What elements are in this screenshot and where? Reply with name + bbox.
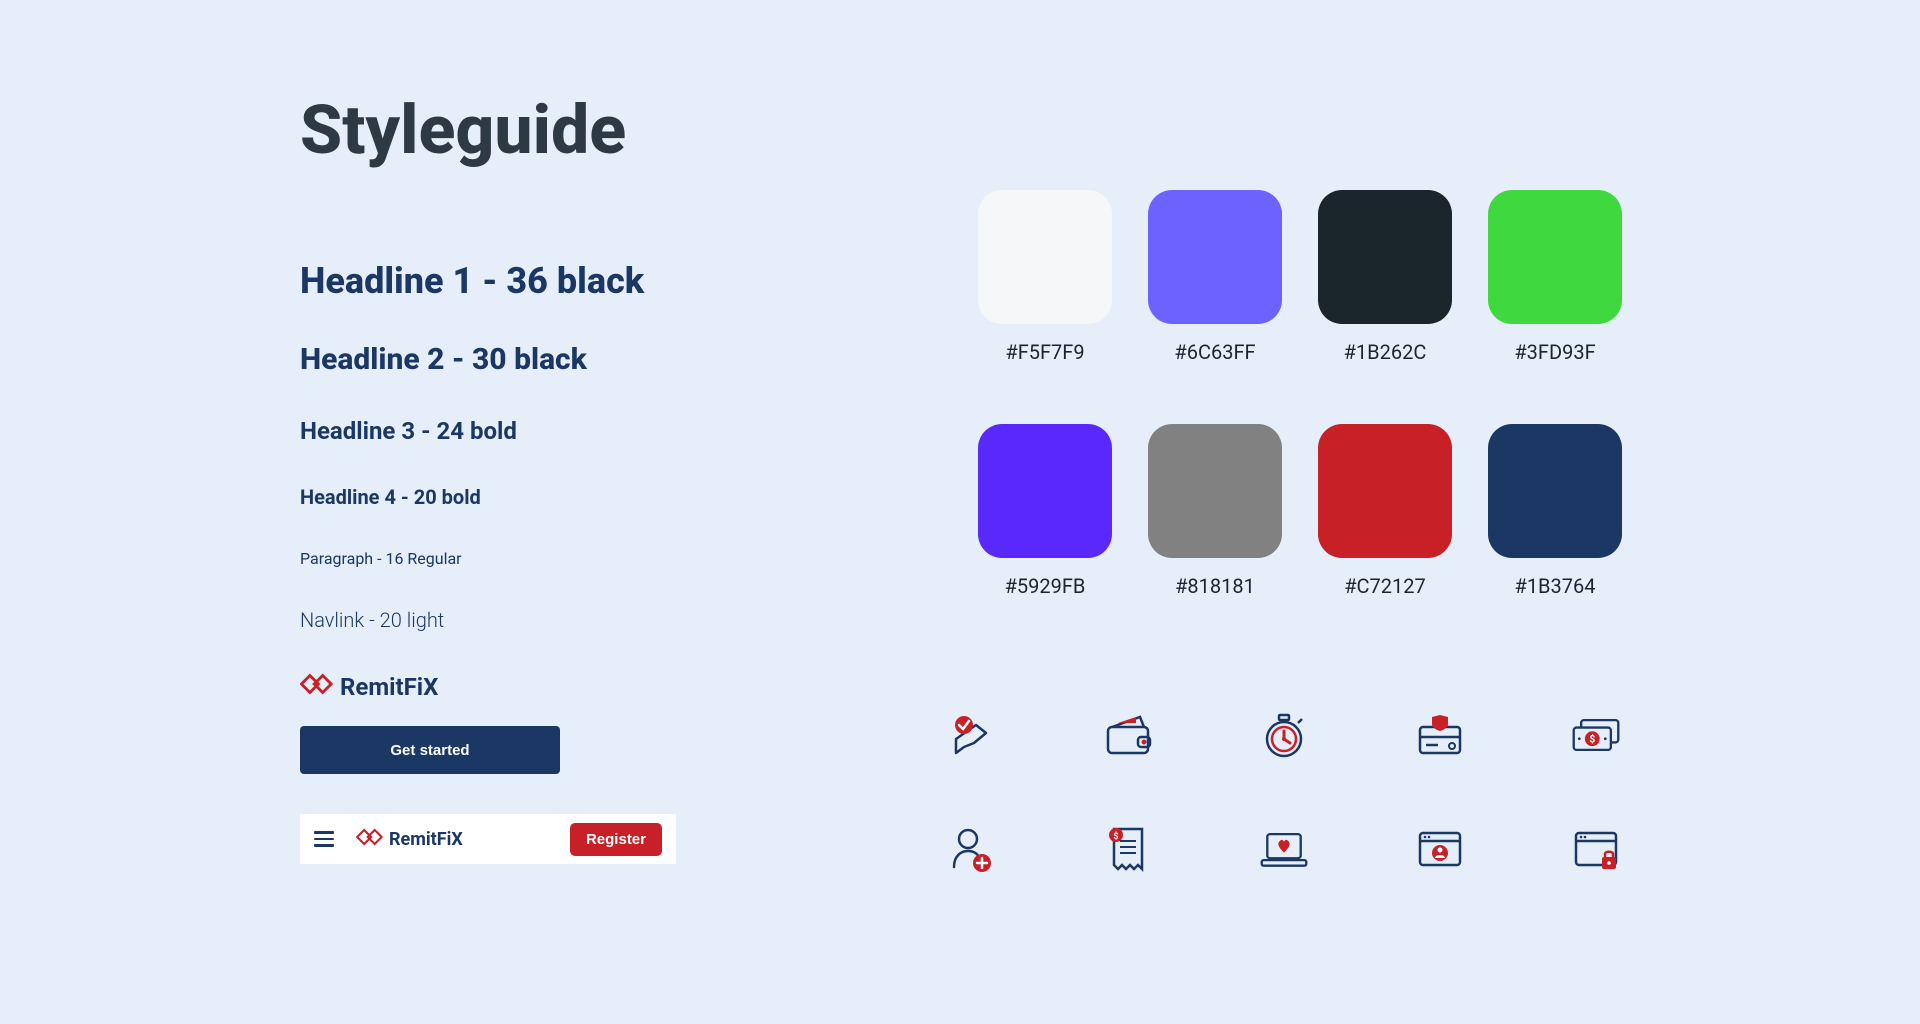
color-palette: #F5F7F9 #6C63FF #1B262C #3FD93F #5929FB … <box>978 190 1626 598</box>
lock-window-icon <box>1566 822 1626 876</box>
brand-logo: RemitFiX <box>300 672 860 702</box>
swatch-label: #818181 <box>1175 574 1255 598</box>
color-swatch: #5929FB <box>978 424 1112 598</box>
navlink-sample: Navlink - 20 light <box>300 608 860 632</box>
laptop-love-icon <box>1254 822 1314 876</box>
swatch-box <box>1488 190 1622 324</box>
headline-1-sample: Headline 1 - 36 black <box>300 260 860 302</box>
secure-card-icon <box>1410 708 1470 762</box>
color-swatch: #F5F7F9 <box>978 190 1112 364</box>
navbar-brand-logo: RemitFiX <box>356 827 463 852</box>
get-started-button[interactable]: Get started <box>300 726 560 774</box>
receipt-icon: $ <box>1098 822 1158 876</box>
swatch-label: #F5F7F9 <box>1005 340 1084 364</box>
transfer-check-icon <box>942 708 1002 762</box>
add-user-icon <box>942 822 1002 876</box>
color-swatch: #3FD93F <box>1488 190 1622 364</box>
swatch-label: #6C63FF <box>1174 340 1255 364</box>
color-swatch: #818181 <box>1148 424 1282 598</box>
swatch-box <box>1318 190 1452 324</box>
swatch-box <box>978 190 1112 324</box>
brand-logo-icon <box>300 672 334 702</box>
color-swatch: #1B262C <box>1318 190 1452 364</box>
swatch-box <box>1148 424 1282 558</box>
swatch-box <box>1318 424 1452 558</box>
color-swatch: #C72127 <box>1318 424 1452 598</box>
page-title: Styleguide <box>300 90 860 170</box>
headline-2-sample: Headline 2 - 30 black <box>300 342 860 377</box>
cash-icon: $ <box>1566 708 1626 762</box>
brand-logo-icon <box>356 827 384 852</box>
swatch-label: #1B3764 <box>1515 574 1596 598</box>
headline-3-sample: Headline 3 - 24 bold <box>300 417 860 445</box>
brand-logo-text: RemitFiX <box>340 673 438 701</box>
menu-icon[interactable] <box>314 831 334 847</box>
svg-text:$: $ <box>1589 732 1595 745</box>
color-swatch: #1B3764 <box>1488 424 1622 598</box>
headline-4-sample: Headline 4 - 20 bold <box>300 485 860 509</box>
account-window-icon <box>1410 822 1470 876</box>
wallet-icon <box>1098 708 1158 762</box>
swatch-box <box>978 424 1112 558</box>
stopwatch-icon <box>1254 708 1314 762</box>
swatch-label: #1B262C <box>1344 340 1427 364</box>
register-button[interactable]: Register <box>570 823 662 856</box>
paragraph-sample: Paragraph - 16 Regular <box>300 549 860 568</box>
swatch-label: #3FD93F <box>1514 340 1595 364</box>
navbar-sample: RemitFiX Register <box>300 814 676 864</box>
svg-text:$: $ <box>1113 831 1118 842</box>
swatch-label: #5929FB <box>1005 574 1086 598</box>
navbar-brand-text: RemitFiX <box>389 829 463 850</box>
icon-set: $ <box>942 708 1626 876</box>
swatch-label: #C72127 <box>1344 574 1426 598</box>
color-swatch: #6C63FF <box>1148 190 1282 364</box>
swatch-box <box>1488 424 1622 558</box>
swatch-box <box>1148 190 1282 324</box>
